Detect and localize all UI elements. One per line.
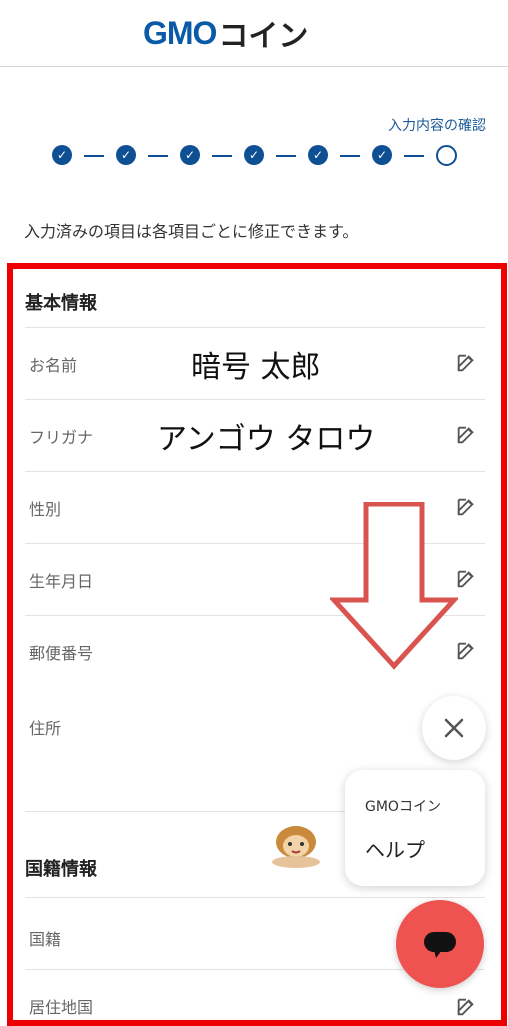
row-label: 国籍 <box>29 930 62 949</box>
step-label: 入力内容の確認 <box>388 118 486 134</box>
step-check-icon: ✓ <box>372 145 392 165</box>
row-label: フリガナ <box>29 428 94 447</box>
progress-steps: ✓ ✓ ✓ ✓ ✓ ✓ <box>52 143 462 167</box>
step-connector <box>148 155 168 157</box>
edit-icon[interactable] <box>455 496 477 518</box>
step-current-icon <box>436 145 457 166</box>
intro-text: 入力済みの項目は各項目ごとに修正できます。 <box>24 222 359 241</box>
step-check-icon: ✓ <box>52 145 72 165</box>
edit-icon[interactable] <box>455 568 477 590</box>
step-check-icon: ✓ <box>308 145 328 165</box>
row-label: 性別 <box>29 500 62 519</box>
nationality-info-title: 国籍情報 <box>25 859 97 880</box>
step-connector <box>276 155 296 157</box>
name-value: 暗号 太郎 <box>191 350 321 385</box>
row-label: 居住地国 <box>29 998 94 1017</box>
furigana-value: アンゴウ タロウ <box>157 422 376 457</box>
step-check-icon: ✓ <box>116 145 136 165</box>
down-arrow-icon <box>330 502 458 670</box>
chat-bubble-icon <box>424 932 456 958</box>
step-check-icon: ✓ <box>180 145 200 165</box>
basic-info-title: 基本情報 <box>25 293 97 314</box>
row-label: 住所 <box>29 719 62 738</box>
mascot-icon <box>272 826 320 868</box>
edit-icon[interactable] <box>455 352 477 374</box>
row-label: 郵便番号 <box>29 644 94 663</box>
logo-latin: GMO <box>143 14 217 51</box>
row-furigana: フリガナ アンゴウ タロウ <box>25 399 485 472</box>
chat-button[interactable] <box>396 900 484 988</box>
gmo-coin-logo[interactable]: GMO コイン <box>143 14 309 55</box>
step-connector <box>84 155 104 157</box>
row-label: お名前 <box>29 356 78 375</box>
edit-icon[interactable] <box>455 996 477 1018</box>
step-connector <box>212 155 232 157</box>
step-connector <box>340 155 360 157</box>
row-label: 生年月日 <box>29 572 94 591</box>
help-card[interactable]: GMOコイン ヘルプ <box>345 770 485 886</box>
step-check-icon: ✓ <box>244 145 264 165</box>
step-connector <box>404 155 424 157</box>
app-header: GMO コイン <box>0 0 508 67</box>
close-help-button[interactable] <box>422 696 486 760</box>
edit-icon[interactable] <box>455 424 477 446</box>
row-name: お名前 暗号 太郎 <box>25 327 485 400</box>
edit-icon[interactable] <box>455 640 477 662</box>
close-icon <box>444 718 464 738</box>
help-label: ヘルプ <box>365 838 425 862</box>
help-brand: GMOコイン <box>365 799 441 815</box>
logo-kana: コイン <box>218 19 309 54</box>
